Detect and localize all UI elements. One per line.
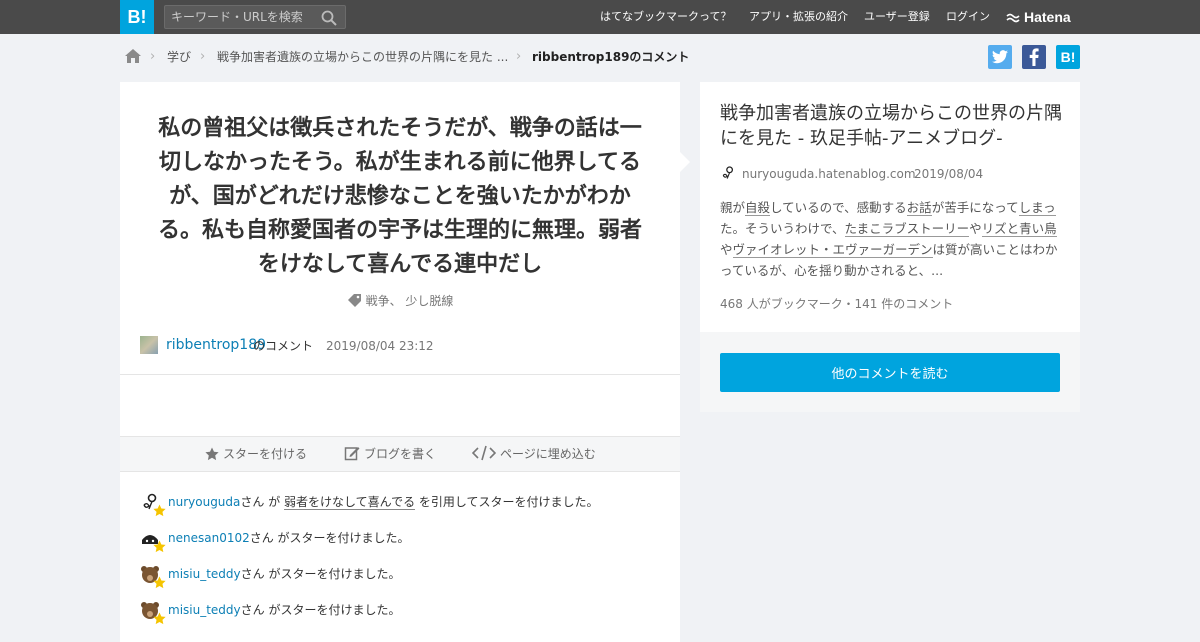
- entry-summary: 親が自殺しているので、感動するお話が苦手になってしまった。そういうわけで、たまこ…: [720, 197, 1060, 281]
- divider: [120, 374, 680, 375]
- embed-button[interactable]: ページに埋め込む: [471, 437, 596, 471]
- star-list: nuryougudaさん が 弱者をけなして喜んでる を引用してスターを付けまし…: [140, 490, 660, 634]
- nav-login[interactable]: ログイン: [946, 0, 990, 34]
- star-icon: [153, 540, 166, 553]
- tag-list[interactable]: 戦争、 少し脱線: [366, 294, 454, 308]
- breadcrumb-category[interactable]: 学び: [167, 47, 191, 67]
- side-panel-pointer: [680, 152, 690, 172]
- star-quote[interactable]: 弱者をけなして喜んでる: [284, 495, 416, 510]
- facebook-icon: [1029, 48, 1039, 66]
- tag-icon: [347, 294, 361, 307]
- summary-text: しているので、感動する: [770, 200, 907, 215]
- comment-text: 私の曾祖父は徴兵されたそうだが、戦争の話は一切しなかったそう。私が生まれる前に他…: [157, 116, 642, 277]
- star-text-pre: さん が: [240, 495, 285, 509]
- hatena-share-button[interactable]: B!: [1056, 45, 1080, 69]
- chevron-right-icon: ›: [200, 49, 206, 64]
- summary-text: た。そういうわけで、: [720, 221, 845, 236]
- summary-keyword-link[interactable]: たまこラブストーリー: [844, 221, 970, 237]
- bookmark-counts: 468 人がブックマーク・141 件のコメント: [720, 297, 954, 311]
- summary-text: や: [720, 242, 733, 257]
- list-item: nuryougudaさん が 弱者をけなして喜んでる を引用してスターを付けまし…: [140, 490, 660, 526]
- star-text: nenesan0102さん がスターを付けました。: [168, 530, 410, 546]
- list-item: misiu_teddyさん がスターを付けました。: [140, 598, 660, 634]
- hatena-brand[interactable]: Hatena: [1006, 0, 1071, 34]
- nav-apps[interactable]: アプリ・拡張の紹介: [749, 0, 848, 34]
- facebook-share-button[interactable]: [1022, 45, 1046, 69]
- embed-label: ページに埋め込む: [500, 447, 596, 461]
- summary-keyword-link[interactable]: お話: [906, 200, 932, 216]
- entry-date: 2019/08/04: [914, 167, 984, 181]
- star-text-pre: さん がスターを付けました。: [240, 567, 401, 581]
- star-text-pre: さん がスターを付けました。: [240, 603, 401, 617]
- write-blog-label: ブログを書く: [364, 447, 437, 461]
- read-more-comments-button[interactable]: 他のコメントを読む: [720, 353, 1060, 392]
- star-text-pre: さん がスターを付けました。: [249, 531, 410, 545]
- entry-title-link[interactable]: 戦争加害者遺族の立場からこの世界の片隅にを見た - 玖足手帖-アニメブログ-: [720, 101, 1065, 151]
- hatena-bookmark-logo[interactable]: B!: [120, 0, 154, 34]
- add-star-label: スターを付ける: [223, 447, 308, 461]
- star-text: nuryougudaさん が 弱者をけなして喜んでる を引用してスターを付けまし…: [168, 494, 599, 510]
- star-user-link[interactable]: misiu_teddy: [168, 603, 241, 617]
- search-input[interactable]: [171, 8, 319, 26]
- star-icon: [153, 504, 166, 517]
- summary-keyword-link[interactable]: リズと青い鳥: [981, 221, 1057, 237]
- hatena-mark-icon: [1006, 14, 1020, 23]
- star-text: misiu_teddyさん がスターを付けました。: [168, 602, 400, 618]
- site-favicon-icon: [722, 166, 734, 179]
- star-text: misiu_teddyさん がスターを付けました。: [168, 566, 400, 582]
- comment-author-suffix: のコメント: [253, 339, 314, 353]
- search-icon[interactable]: [321, 10, 337, 26]
- write-blog-button[interactable]: ブログを書く: [344, 437, 436, 471]
- summary-text: が苦手になって: [931, 200, 1019, 215]
- comment-tags: 戦争、 少し脱線: [120, 292, 680, 309]
- star-user-link[interactable]: misiu_teddy: [168, 567, 241, 581]
- home-icon[interactable]: [124, 48, 142, 64]
- list-item: nenesan0102さん がスターを付けました。: [140, 526, 660, 562]
- chevron-right-icon: ›: [150, 49, 156, 64]
- nav-register[interactable]: ユーザー登録: [864, 0, 930, 34]
- breadcrumb-entry[interactable]: 戦争加害者遺族の立場からこの世界の片隅にを見た ...: [217, 47, 508, 67]
- star-user-link[interactable]: nenesan0102: [168, 531, 250, 545]
- summary-text: 親が: [720, 200, 746, 215]
- breadcrumb-current: ribbentrop189のコメント: [532, 50, 690, 64]
- search-box: [164, 5, 346, 29]
- comment-date: 2019/08/04 23:12: [326, 339, 434, 353]
- add-star-button[interactable]: スターを付ける: [205, 437, 307, 471]
- list-item: misiu_teddyさん がスターを付けました。: [140, 562, 660, 598]
- summary-keyword-link[interactable]: ヴァイオレット・エヴァーガーデン: [732, 242, 933, 258]
- entry-panel-footer: 他のコメントを読む: [700, 332, 1080, 412]
- entry-domain-link[interactable]: nuryouguda.hatenablog.com: [742, 165, 916, 183]
- nav-about[interactable]: はてなブックマークって？: [600, 0, 731, 34]
- star-icon: [153, 576, 166, 589]
- hatena-brand-label: Hatena: [1024, 9, 1071, 25]
- comment-author-link[interactable]: ribbentrop189: [166, 336, 266, 354]
- action-bar: スターを付ける ブログを書く ページに埋め込む: [120, 436, 680, 472]
- comment-card: 私の曾祖父は徴兵されたそうだが、戦争の話は一切しなかったそう。私が生まれる前に他…: [120, 82, 680, 642]
- summary-text: や: [969, 221, 982, 236]
- twitter-share-button[interactable]: [988, 45, 1012, 69]
- star-text-post: を引用してスターを付けました。: [415, 495, 599, 509]
- entry-panel: 戦争加害者遺族の立場からこの世界の片隅にを見た - 玖足手帖-アニメブログ- n…: [700, 82, 1080, 332]
- top-bar: B! はてなブックマークって？ アプリ・拡張の紹介 ユーザー登録 ログイン Ha…: [0, 0, 1200, 34]
- code-icon: [471, 445, 497, 461]
- star-user-link[interactable]: nuryouguda: [168, 495, 240, 509]
- edit-icon: [344, 447, 360, 461]
- avatar[interactable]: [140, 336, 158, 354]
- summary-keyword-link[interactable]: 自殺: [745, 200, 771, 216]
- star-icon: [205, 447, 219, 461]
- star-icon: [153, 612, 166, 625]
- chevron-right-icon: ›: [516, 49, 522, 64]
- twitter-icon: [992, 50, 1008, 64]
- summary-keyword-link[interactable]: しまっ: [1018, 200, 1056, 216]
